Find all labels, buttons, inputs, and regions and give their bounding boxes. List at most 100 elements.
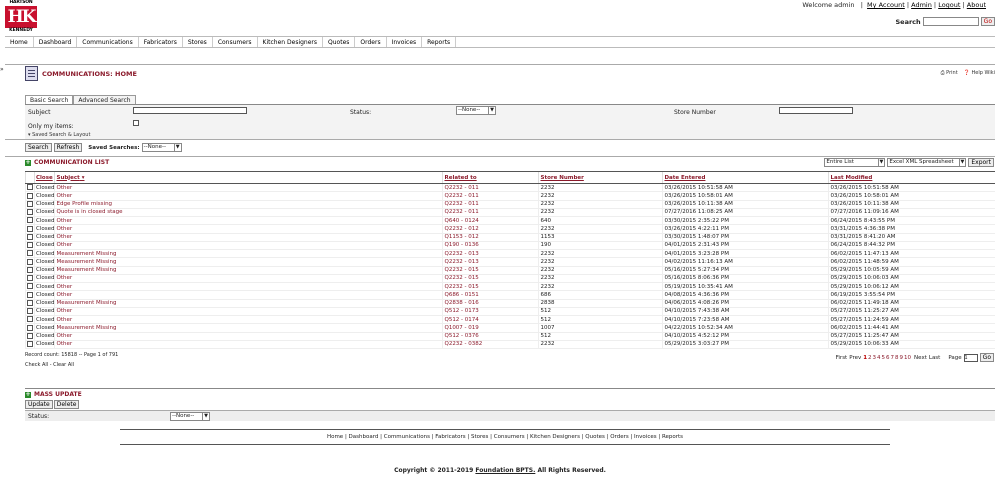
related-column-header[interactable]: Related to xyxy=(442,171,539,184)
row-select-checkbox[interactable] xyxy=(27,242,33,249)
row-select-checkbox[interactable] xyxy=(27,324,33,331)
row-related-link[interactable]: Q1007 - 019 xyxy=(442,323,539,333)
row-checkbox[interactable] xyxy=(25,183,35,193)
row-checkbox[interactable] xyxy=(25,299,35,308)
row-subject-link[interactable]: Measurement Missing xyxy=(54,249,443,259)
company-logo[interactable]: HARTSON HK KENNEDY xyxy=(5,0,37,34)
row-related-link[interactable]: Q1153 - 012 xyxy=(442,233,539,242)
row-checkbox[interactable] xyxy=(25,323,35,333)
foundation-link[interactable]: Foundation BPTS. xyxy=(475,467,535,474)
date-entered-column-header[interactable]: Date Entered xyxy=(662,171,829,184)
row-subject-link[interactable]: Quote is in closed stage xyxy=(54,208,443,218)
last-modified-column-header[interactable]: Last Modified xyxy=(828,171,995,184)
nav-fabricators[interactable]: Fabricators xyxy=(139,37,183,47)
pager-page-9[interactable]: 9 xyxy=(900,355,904,361)
pager-page-2[interactable]: 2 xyxy=(868,355,872,361)
nav-kitchen-designers[interactable]: Kitchen Designers xyxy=(258,37,324,47)
row-checkbox[interactable] xyxy=(25,282,35,292)
global-search-input[interactable] xyxy=(922,17,979,26)
add-icon[interactable]: + xyxy=(25,159,31,166)
row-checkbox[interactable] xyxy=(25,241,35,251)
row-subject-link[interactable]: Measurement Missing xyxy=(54,257,443,267)
row-checkbox[interactable] xyxy=(25,340,35,350)
row-related-link[interactable]: Q686 - 0151 xyxy=(442,290,539,300)
pager-page-1[interactable]: 1 xyxy=(863,355,867,361)
mass-status-select[interactable]: --None-- ▼ xyxy=(170,412,210,421)
export-scope-select[interactable]: Entire List ▼ xyxy=(824,158,886,167)
store-column-header[interactable]: Store Number xyxy=(538,171,663,184)
row-related-link[interactable]: Q2232 - 012 xyxy=(442,224,539,234)
print-link[interactable]: ⎙ Print xyxy=(941,70,958,76)
row-select-checkbox[interactable] xyxy=(27,250,33,257)
subject-input[interactable] xyxy=(133,107,247,114)
row-related-link[interactable]: Q2838 - 016 xyxy=(442,299,539,308)
row-checkbox[interactable] xyxy=(25,224,35,234)
row-checkbox[interactable] xyxy=(25,233,35,242)
row-related-link[interactable]: Q2232 - 013 xyxy=(442,249,539,259)
admin-link[interactable]: Admin xyxy=(911,1,932,9)
row-checkbox[interactable] xyxy=(25,290,35,300)
status-select[interactable]: --None-- ▼ xyxy=(456,106,496,115)
row-related-link[interactable]: Q2232 - 0382 xyxy=(442,340,539,350)
row-select-checkbox[interactable] xyxy=(27,258,33,265)
row-related-link[interactable]: Q512 - 0376 xyxy=(442,332,539,341)
row-related-link[interactable]: Q640 - 0124 xyxy=(442,216,539,226)
row-related-link[interactable]: Q512 - 0173 xyxy=(442,307,539,317)
row-related-link[interactable]: Q2232 - 011 xyxy=(442,208,539,218)
about-link[interactable]: About xyxy=(967,1,986,9)
nav-orders[interactable]: Orders xyxy=(355,37,387,47)
row-select-checkbox[interactable] xyxy=(27,209,33,216)
row-checkbox[interactable] xyxy=(25,315,35,325)
row-related-link[interactable]: Q2232 - 013 xyxy=(442,257,539,267)
row-select-checkbox[interactable] xyxy=(27,299,33,306)
row-related-link[interactable]: Q2232 - 011 xyxy=(442,183,539,193)
row-select-checkbox[interactable] xyxy=(27,341,33,348)
row-related-link[interactable]: Q2232 - 011 xyxy=(442,191,539,201)
row-related-link[interactable]: Q2232 - 015 xyxy=(442,274,539,284)
store-number-input[interactable] xyxy=(779,107,853,114)
global-search-go-button[interactable]: Go xyxy=(980,17,995,26)
row-checkbox[interactable] xyxy=(25,257,35,267)
row-checkbox[interactable] xyxy=(25,208,35,218)
row-checkbox[interactable] xyxy=(25,200,35,209)
saved-searches-select[interactable]: --None-- ▼ xyxy=(141,143,182,152)
pager-page-7[interactable]: 7 xyxy=(891,355,895,361)
row-subject-link[interactable]: Edge Profile missing xyxy=(54,200,443,209)
row-subject-link[interactable]: Measurement Missing xyxy=(54,323,443,333)
only-my-items-checkbox[interactable] xyxy=(133,120,139,126)
row-subject-link[interactable]: Measurement Missing xyxy=(54,299,443,308)
row-related-link[interactable]: Q2232 - 015 xyxy=(442,282,539,292)
row-checkbox[interactable] xyxy=(25,307,35,317)
row-select-checkbox[interactable] xyxy=(27,184,33,191)
footer-links[interactable]: Home | Dashboard | Communications | Fabr… xyxy=(120,429,890,445)
nav-quotes[interactable]: Quotes xyxy=(323,37,356,47)
pager-prev[interactable]: Prev xyxy=(849,355,861,361)
row-select-checkbox[interactable] xyxy=(27,291,33,298)
page-number-input[interactable] xyxy=(963,353,978,362)
row-subject-link[interactable]: Other xyxy=(54,315,443,325)
row-subject-link[interactable]: Other xyxy=(54,224,443,234)
pager-next[interactable]: Next xyxy=(914,355,927,361)
row-checkbox[interactable] xyxy=(25,266,35,275)
row-select-checkbox[interactable] xyxy=(27,225,33,232)
pager-page-5[interactable]: 5 xyxy=(882,355,886,361)
mass-delete-button[interactable]: Delete xyxy=(53,400,80,409)
pager-last[interactable]: Last xyxy=(929,355,940,361)
row-select-checkbox[interactable] xyxy=(27,316,33,323)
row-subject-link[interactable]: Other xyxy=(54,274,443,284)
row-select-checkbox[interactable] xyxy=(27,332,33,339)
help-wiki-link[interactable]: ❓ Help Wiki xyxy=(964,70,995,76)
check-all-links[interactable]: Check All - Clear All xyxy=(25,362,74,368)
row-related-link[interactable]: Q2232 - 015 xyxy=(442,266,539,275)
row-select-checkbox[interactable] xyxy=(27,217,33,224)
row-subject-link[interactable]: Other xyxy=(54,282,443,292)
logout-link[interactable]: Logout xyxy=(938,1,960,9)
nav-dashboard[interactable]: Dashboard xyxy=(34,37,78,47)
row-subject-link[interactable]: Other xyxy=(54,216,443,226)
row-select-checkbox[interactable] xyxy=(27,192,33,199)
row-related-link[interactable]: Q2232 - 011 xyxy=(442,200,539,209)
row-related-link[interactable]: Q190 - 0136 xyxy=(442,241,539,251)
row-subject-link[interactable]: Other xyxy=(54,241,443,251)
row-subject-link[interactable]: Other xyxy=(54,307,443,317)
row-subject-link[interactable]: Other xyxy=(54,233,443,242)
